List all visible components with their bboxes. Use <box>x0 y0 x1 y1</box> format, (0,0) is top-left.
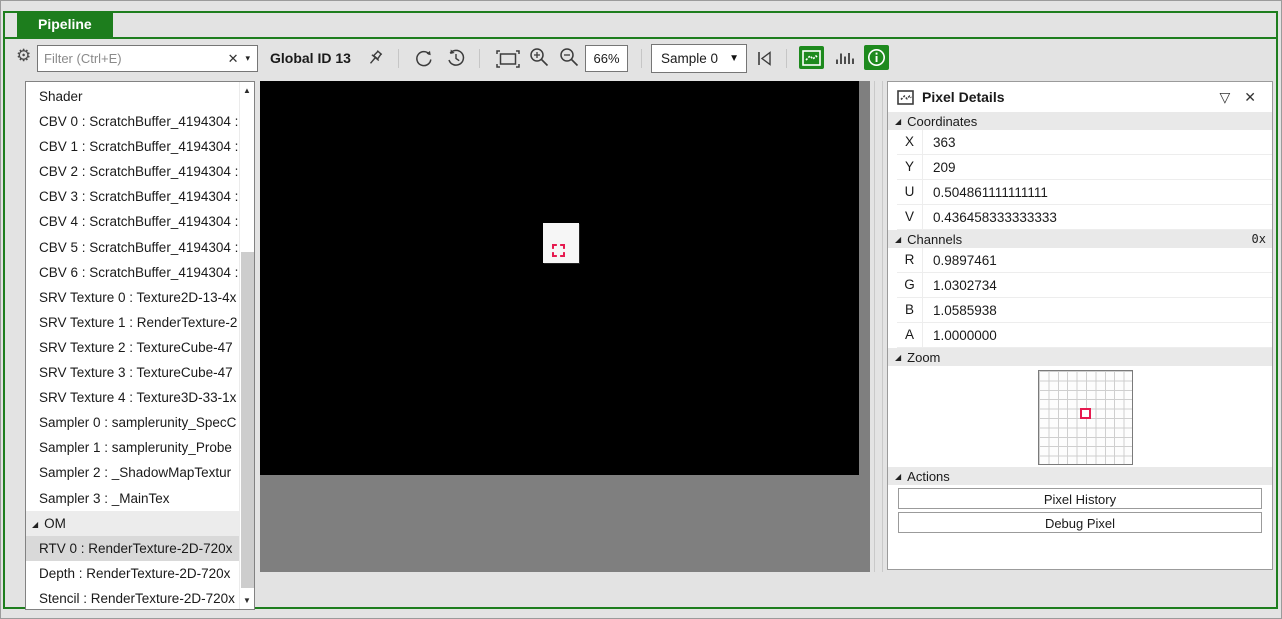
pixel-details-header: Pixel Details ▽ ✕ <box>888 82 1272 112</box>
scroll-up-icon[interactable]: ▲ <box>240 86 254 95</box>
list-item[interactable]: CBV 2 : ScratchBuffer_4194304 : <box>26 159 239 184</box>
list-scrollbar[interactable]: ▲ ▼ <box>239 82 254 609</box>
texture-viewer-icon[interactable] <box>799 46 824 69</box>
list-item[interactable]: Sampler 0 : samplerunity_SpecC <box>26 410 239 435</box>
toolbar-separator <box>641 49 642 68</box>
sample-dropdown[interactable]: Sample 0 ▼ <box>651 44 747 73</box>
clear-filter-icon[interactable]: ✕ <box>226 51 246 67</box>
filter-input-group: ✕ ▾ <box>37 45 258 72</box>
scrollbar-thumb[interactable] <box>241 252 254 588</box>
list-item[interactable]: SRV Texture 4 : Texture3D-33-1x <box>26 385 239 410</box>
debug-pixel-button[interactable]: Debug Pixel <box>898 512 1262 533</box>
section-coordinates[interactable]: ◢ Coordinates <box>888 112 1272 130</box>
expander-icon: ◢ <box>895 472 901 481</box>
close-panel-icon[interactable]: ✕ <box>1237 89 1263 106</box>
coord-row-u: U0.504861111111111 <box>897 180 1272 205</box>
expander-icon: ◢ <box>895 353 901 362</box>
filter-input[interactable] <box>38 51 226 66</box>
coord-row-v: V0.436458333333333 <box>897 205 1272 230</box>
pixel-details-panel: Pixel Details ▽ ✕ ◢ Coordinates X363 Y20… <box>887 81 1273 570</box>
gear-icon[interactable]: ⚙ <box>16 48 31 64</box>
refresh-icon[interactable] <box>413 47 435 69</box>
list-section-om[interactable]: ◢OM <box>26 511 239 536</box>
list-item[interactable]: CBV 4 : ScratchBuffer_4194304 : <box>26 209 239 234</box>
list-item[interactable]: CBV 6 : ScratchBuffer_4194304 : <box>26 260 239 285</box>
chevron-down-icon: ▼ <box>729 53 746 64</box>
list-item[interactable]: CBV 5 : ScratchBuffer_4194304 : <box>26 235 239 260</box>
section-actions[interactable]: ◢ Actions <box>888 467 1272 485</box>
panel-title: Pixel Details <box>922 89 1212 105</box>
list-item[interactable]: CBV 1 : ScratchBuffer_4194304 : <box>26 134 239 159</box>
list-item[interactable]: Sampler 1 : samplerunity_Probe <box>26 435 239 460</box>
pin-icon[interactable] <box>365 48 385 68</box>
zoom-preview <box>888 366 1272 463</box>
list-item[interactable]: SRV Texture 0 : Texture2D-13-4x <box>26 285 239 310</box>
filter-dropdown-icon[interactable]: ▾ <box>245 53 257 64</box>
pixel-context-info-icon[interactable] <box>864 45 889 70</box>
channels-hex-toggle[interactable]: 0x <box>1252 232 1266 246</box>
toolbar-separator <box>479 49 480 68</box>
sample-dropdown-value: Sample 0 <box>652 51 729 66</box>
list-item[interactable]: SRV Texture 3 : TextureCube-47 <box>26 360 239 385</box>
minimize-panel-icon[interactable]: ▽ <box>1212 89 1237 106</box>
panel-splitter[interactable] <box>874 81 883 572</box>
histogram-icon[interactable] <box>833 48 856 67</box>
expander-icon: ◢ <box>895 117 901 126</box>
skip-to-start-icon[interactable] <box>755 49 774 68</box>
rendered-sprite <box>543 223 579 263</box>
list-item[interactable]: Sampler 2 : _ShadowMapTextur <box>26 460 239 485</box>
zoom-pixel-grid[interactable] <box>1038 370 1133 465</box>
zoom-level-input[interactable] <box>586 46 627 71</box>
app-window: Pipeline ⚙ ✕ ▾ Global ID 13 <box>0 0 1282 619</box>
list-item[interactable]: Stencil : RenderTexture-2D-720x <box>26 586 239 610</box>
scroll-down-icon[interactable]: ▼ <box>240 596 254 605</box>
channel-row-g: G1.0302734 <box>897 273 1272 298</box>
channel-row-b: B1.0585938 <box>897 298 1272 323</box>
zoom-in-icon[interactable] <box>528 46 551 69</box>
list-item[interactable]: Shader <box>26 84 239 109</box>
list-item-selected[interactable]: RTV 0 : RenderTexture-2D-720x <box>26 536 239 561</box>
section-channels[interactable]: ◢ Channels 0x <box>888 230 1272 248</box>
tab-pipeline[interactable]: Pipeline <box>17 11 113 37</box>
zoom-picked-pixel-marker <box>1080 408 1091 419</box>
texture-preview-canvas[interactable] <box>260 81 870 572</box>
global-id-label: Global ID 13 <box>270 50 351 66</box>
list-item[interactable]: Depth : RenderTexture-2D-720x <box>26 561 239 586</box>
pipeline-resource-list: Shader CBV 0 : ScratchBuffer_4194304 : C… <box>25 81 255 610</box>
fit-frame-icon[interactable] <box>495 49 521 69</box>
list-item[interactable]: CBV 0 : ScratchBuffer_4194304 : <box>26 109 239 134</box>
channel-row-r: R0.9897461 <box>897 248 1272 273</box>
list-item[interactable]: CBV 3 : ScratchBuffer_4194304 : <box>26 184 239 209</box>
coord-row-x: X363 <box>897 130 1272 155</box>
render-target-image[interactable] <box>260 81 859 475</box>
list-item[interactable]: Sampler 3 : _MainTex <box>26 486 239 511</box>
coord-row-y: Y209 <box>897 155 1272 180</box>
pixel-details-icon <box>897 90 914 105</box>
list-item[interactable]: SRV Texture 2 : TextureCube-47 <box>26 335 239 360</box>
toolbar-separator <box>786 49 787 68</box>
pixel-history-button[interactable]: Pixel History <box>898 488 1262 509</box>
picked-pixel-marker <box>552 244 565 257</box>
expander-icon: ◢ <box>895 235 901 244</box>
section-zoom[interactable]: ◢ Zoom <box>888 348 1272 366</box>
expander-icon: ◢ <box>32 520 38 529</box>
zoom-out-icon[interactable] <box>558 46 581 69</box>
channel-row-a: A1.0000000 <box>897 323 1272 348</box>
tabstrip-separator <box>3 37 1278 39</box>
history-icon[interactable] <box>445 47 467 69</box>
toolbar-separator <box>398 49 399 68</box>
list-item[interactable]: SRV Texture 1 : RenderTexture-2 <box>26 310 239 335</box>
zoom-level-group <box>585 45 628 72</box>
